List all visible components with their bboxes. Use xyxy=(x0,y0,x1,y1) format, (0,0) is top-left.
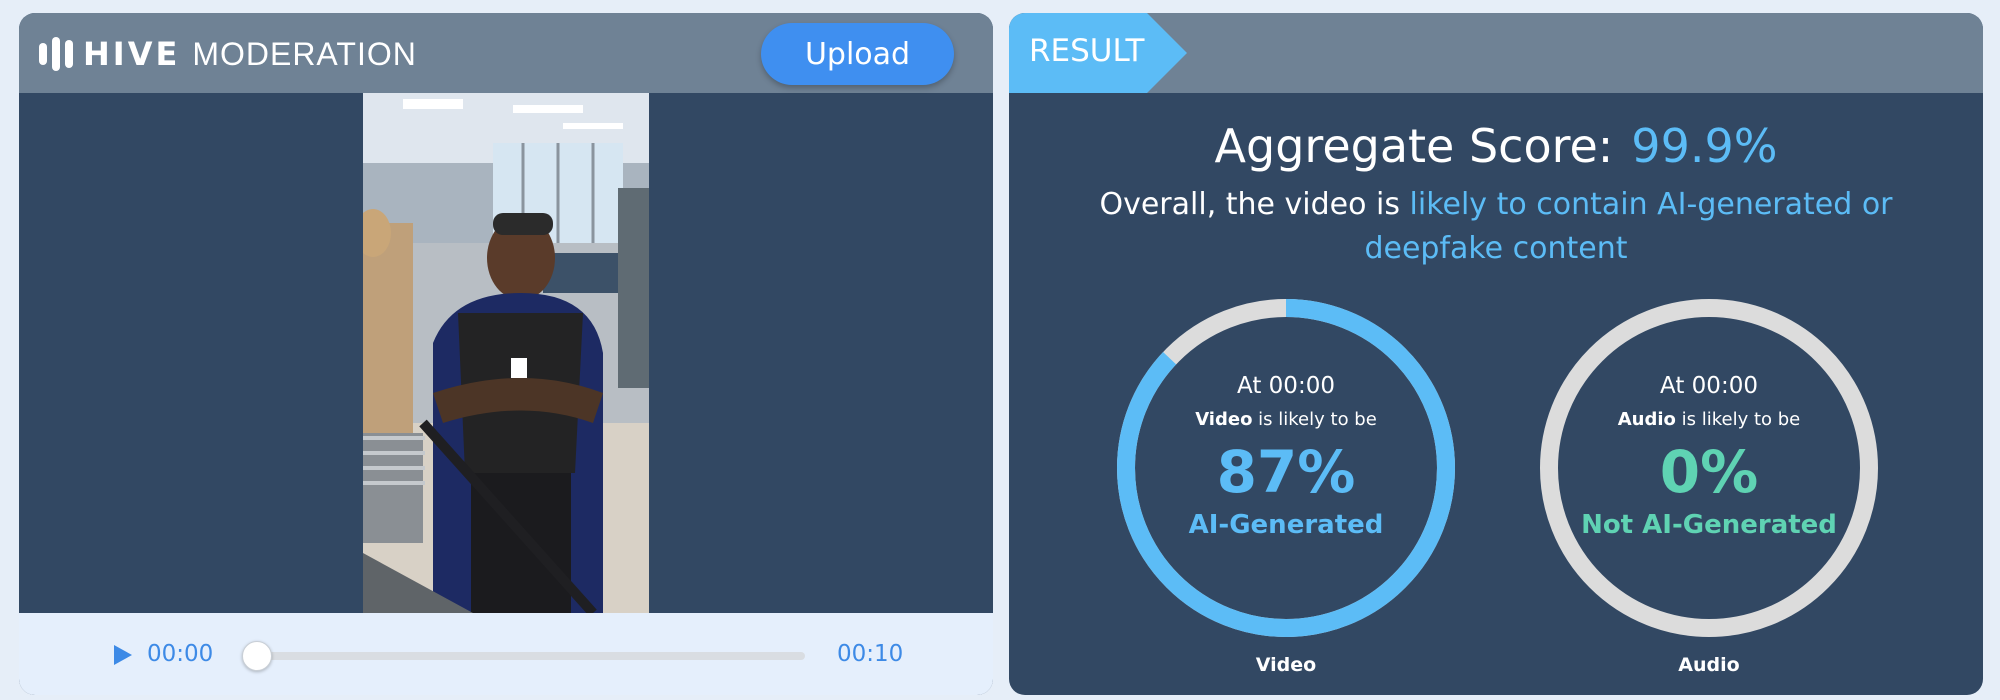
result-summary: Overall, the video is likely to contain … xyxy=(1039,183,1953,271)
video-controls: 00:00 00:10 xyxy=(19,613,993,695)
current-time: 00:00 xyxy=(147,641,214,667)
gauge-percent: 0% xyxy=(1659,438,1759,506)
logo-brand: HIVE xyxy=(83,35,181,73)
result-panel: RESULT Aggregate Score: 99.9% Overall, th… xyxy=(1009,13,1983,695)
upload-button[interactable]: Upload xyxy=(761,23,954,85)
gauge-percent: 87% xyxy=(1216,438,1356,506)
aggregate-label: Aggregate Score: xyxy=(1214,119,1614,173)
seek-handle[interactable] xyxy=(242,641,272,671)
gauge-subject: Audio xyxy=(1617,409,1676,430)
play-icon[interactable] xyxy=(110,643,134,667)
seek-bar[interactable] xyxy=(255,652,805,660)
gauge-time: At 00:00 xyxy=(1660,373,1758,399)
gauge-time: At 00:00 xyxy=(1237,373,1335,399)
gauge-likely-text: Audio is likely to be xyxy=(1534,409,1884,430)
summary-highlight: likely to contain AI-generated or deepfa… xyxy=(1364,187,1893,266)
aggregate-score: Aggregate Score: 99.9% xyxy=(1009,119,1983,173)
result-label: RESULT xyxy=(1029,33,1145,69)
gauge-likely: is likely to be xyxy=(1258,409,1377,430)
hive-moderation-logo: HIVE MODERATION xyxy=(39,35,417,73)
aggregate-score-value: 99.9% xyxy=(1631,119,1778,173)
video-frame[interactable] xyxy=(363,93,649,613)
gauge-verdict: Not AI-Generated xyxy=(1581,510,1837,540)
logo-product: MODERATION xyxy=(192,35,417,72)
audio-score-gauge: At 00:00 Audio is likely to be 0% Not AI… xyxy=(1534,293,1884,643)
gauge-verdict: AI-Generated xyxy=(1188,510,1384,540)
result-panel-header: RESULT xyxy=(1009,13,1983,93)
video-panel: HIVE MODERATION Upload 00:00 00:10 xyxy=(19,13,993,695)
gauge-likely: is likely to be xyxy=(1681,409,1801,430)
video-thumbnail xyxy=(363,93,649,613)
summary-prefix: Overall, the video is xyxy=(1099,187,1400,222)
video-panel-header: HIVE MODERATION Upload xyxy=(19,13,993,93)
video-score-gauge: At 00:00 Video is likely to be 87% AI-Ge… xyxy=(1111,293,1461,643)
gauge-likely-text: Video is likely to be xyxy=(1111,409,1461,430)
total-time: 00:10 xyxy=(837,641,904,667)
gauge-subject: Video xyxy=(1195,409,1253,430)
gauge-caption: Video xyxy=(1255,654,1317,676)
hive-logo-icon xyxy=(39,37,73,71)
gauge-caption: Audio xyxy=(1678,654,1740,676)
